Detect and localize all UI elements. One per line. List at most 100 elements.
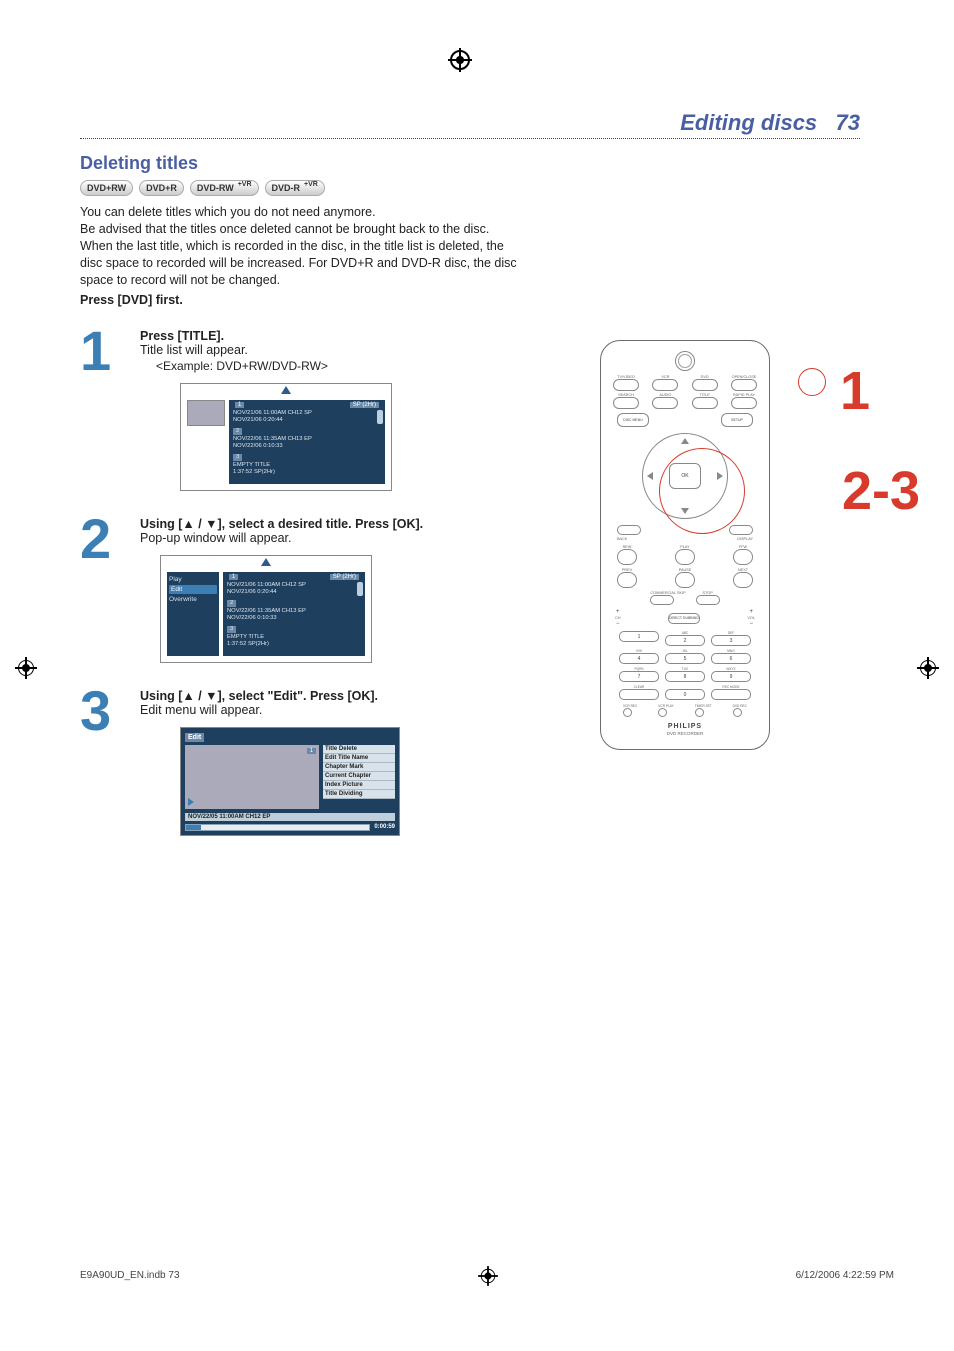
setup-button: SETUP [721,413,753,427]
list-entry-2: 2 NOV/22/06 11:35AM CH13 EP NOV/22/06 0:… [233,428,381,450]
edit-menu-item: Title Delete [323,745,395,754]
skip-button [650,595,674,605]
tvvideo-button [613,379,639,391]
key-6: 6 [711,653,751,664]
edit-box-title: Edit [185,733,204,742]
scrollbar-pill [377,410,383,424]
remote-illustration: TV/VIDEO VCR DVD OPEN/CLOSE SEARCH AUDIO… [600,340,820,750]
play-icon [188,798,194,806]
up-arrow-icon [281,386,291,394]
popup-sidebar: Play Edit Overwrite [167,572,219,656]
callout-circle-2-3 [659,448,745,534]
step-1-sub: Title list will appear. [140,343,248,357]
title-list-screenshot-2: Play Edit Overwrite 1 SP (2Hr) NOV/21/06… [160,555,372,663]
brand-label: PHILIPS [609,723,761,730]
intro-p2: Be advised that the titles once deleted … [80,221,520,238]
remote-callout-number-2-3: 2-3 [842,460,920,522]
step-2-number: 2 [80,517,128,562]
list-entry-1: NOV/21/06 11:00AM CH12 SP NOV/21/06 0:20… [233,410,381,424]
vcr-button [652,379,678,391]
popup-edit: Edit [169,585,217,594]
key-0: 0 [665,689,705,700]
search-button [613,397,639,409]
page-footer: E9A90UD_EN.indb 73 6/12/2006 4:22:59 PM [80,1270,894,1289]
edit-menu-list: Title Delete Edit Title Name Chapter Mar… [323,745,395,809]
edit-menu-item: Current Chapter [323,772,395,781]
step-3-number: 3 [80,689,128,734]
intro-text: You can delete titles which you do not n… [80,204,520,309]
rew-button [617,549,637,565]
footer-right: 6/12/2006 4:22:59 PM [796,1270,894,1289]
subbrand-label: DVD RECORDER [609,731,761,736]
list-entry-2: 2 NOV/22/06 11:35AM CH13 EP NOV/22/06 0:… [227,600,361,622]
thumbnail [187,400,225,426]
popup-overwrite: Overwrite [169,596,217,603]
list-entry-3: 3 EMPTY TITLE 1:37:52 SP(2Hr) [227,626,361,648]
pause-button [675,572,695,588]
vcr-rec-dot [623,708,632,717]
edit-menu-item: Edit Title Name [323,754,395,763]
popup-play: Play [169,576,217,583]
stop-button [696,595,720,605]
badge-dvd-rw-vr: DVD-RW +VR [190,180,259,196]
header-title: Editing discs [680,110,817,135]
next-button [733,572,753,588]
nav-up-icon [681,438,689,444]
key-clear [619,689,659,700]
section-title: Deleting titles [80,153,860,174]
key-4: 4 [619,653,659,664]
dvd-button [692,379,718,391]
ch-rocker: +CH− [615,609,620,627]
list-entry-1: NOV/21/06 11:00AM CH12 SP NOV/21/06 0:20… [227,582,361,596]
list-index-1: 1 [229,574,238,580]
step-1-number: 1 [80,329,128,374]
up-arrow-icon [261,558,271,566]
step-3-sub: Edit menu will appear. [140,703,262,717]
keypad: 1 ABC2 DEF3 GHI4 JKL5 MNO6 PQRS7 TUV8 WX… [619,631,751,700]
openclose-button [731,379,757,391]
edit-preview: 1 [185,745,319,809]
remote-callout-number-1: 1 [840,360,870,422]
step-2-title: Using [▲ / ▼], select a desired title. P… [140,517,423,531]
disc-type-badges: DVD+RW DVD+R DVD-RW +VR DVD-R +VR [80,180,860,196]
footer-registration-mark [480,1270,496,1289]
dvd-rec-dot [733,708,742,717]
edit-meta: NOV/22/05 11:00AM CH12 EP [185,813,395,821]
play-button [675,549,695,565]
sp-label: SP (2Hr) [330,574,359,580]
key-recmode [711,689,751,700]
key-2: 2 [665,635,705,646]
page-header: Editing discs 73 [80,110,860,139]
display-button [729,525,753,535]
dubbing-button: DIRECT DUBBING [668,613,700,624]
page-number: 73 [836,110,860,135]
press-dvd-first: Press [DVD] first. [80,293,183,307]
edit-menu-item: Index Picture [323,781,395,790]
timer-set-dot [695,708,704,717]
footer-left: E9A90UD_EN.indb 73 [80,1270,180,1289]
disc-menu-button: DISC MENU [617,413,649,427]
edit-time: 0:00:59 [374,824,395,830]
back-button [617,525,641,535]
list-index-1: 1 [235,402,244,408]
key-1: 1 [619,631,659,642]
edit-menu-screenshot: Edit 1 Title Delete Edit Title Name Chap… [180,727,400,836]
edit-menu-item: Chapter Mark [323,763,395,772]
intro-p1: You can delete titles which you do not n… [80,204,520,221]
step-2-sub: Pop-up window will appear. [140,531,291,545]
key-9: 9 [711,671,751,682]
registration-mark-right [920,660,936,676]
registration-mark-left [18,660,34,676]
nav-left-icon [647,472,653,480]
title-button [692,397,718,409]
registration-mark-top [450,50,470,70]
sp-label: SP (2Hr) [350,402,379,408]
edit-preview-index: 1 [307,748,316,754]
power-button-icon [675,351,695,371]
key-3: 3 [711,635,751,646]
step-3-title: Using [▲ / ▼], select "Edit". Press [OK]… [140,689,378,703]
vol-rocker: +VOL− [747,609,755,627]
callout-circle-1 [798,368,826,396]
edit-menu-item: Title Dividing [323,790,395,799]
key-5: 5 [665,653,705,664]
